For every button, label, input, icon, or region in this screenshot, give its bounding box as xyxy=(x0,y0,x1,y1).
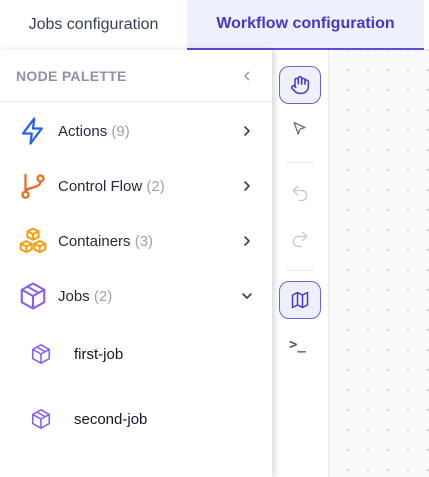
job-item-second-job[interactable]: second-job xyxy=(0,397,272,441)
cube-icon xyxy=(17,280,49,312)
job-label: second-job xyxy=(74,410,148,428)
branch-icon xyxy=(17,170,49,202)
lightning-icon xyxy=(17,115,49,147)
category-label: Control Flow (2) xyxy=(58,177,165,195)
cube-icon xyxy=(31,344,51,364)
boxes-icon xyxy=(17,225,49,257)
toolbar-divider xyxy=(286,162,314,163)
pointer-icon xyxy=(293,121,306,135)
job-item-first-job[interactable]: first-job xyxy=(0,332,272,376)
category-actions[interactable]: Actions (9) xyxy=(0,106,272,156)
category-count: (2) xyxy=(146,177,165,195)
chevron-down-icon xyxy=(242,293,252,299)
cube-icon xyxy=(31,409,51,429)
undo-button[interactable] xyxy=(279,174,321,212)
tab-jobs-configuration[interactable]: Jobs configuration xyxy=(0,0,187,50)
chevron-right-icon xyxy=(244,126,250,136)
category-label: Jobs (2) xyxy=(58,287,113,305)
category-label: Actions (9) xyxy=(58,122,130,140)
hand-icon xyxy=(291,75,310,95)
tab-bar: Jobs configuration Workflow configuratio… xyxy=(0,0,429,50)
chevron-right-icon xyxy=(244,236,250,246)
category-count: (3) xyxy=(134,232,154,250)
minimap-toggle-button[interactable] xyxy=(279,281,321,319)
hand-tool-button[interactable] xyxy=(279,66,321,104)
tab-workflow-configuration[interactable]: Workflow configuration xyxy=(187,0,424,50)
redo-icon xyxy=(292,231,308,248)
node-palette-panel: NODE PALETTE Actions (9) Control Flow (2… xyxy=(0,50,272,477)
category-label: Containers (3) xyxy=(58,232,154,250)
canvas-toolbar: >_ xyxy=(272,50,329,477)
chevron-left-icon xyxy=(244,71,250,80)
category-containers[interactable]: Containers (3) xyxy=(0,216,272,266)
chevron-right-icon xyxy=(244,181,250,191)
select-tool-button[interactable] xyxy=(279,111,321,149)
category-count: (9) xyxy=(111,122,130,140)
toolbar-divider xyxy=(286,270,314,271)
job-label: first-job xyxy=(74,345,124,363)
palette-title: NODE PALETTE xyxy=(16,67,127,84)
map-icon xyxy=(291,291,309,309)
terminal-icon[interactable]: >_ xyxy=(289,337,306,353)
redo-button[interactable] xyxy=(279,220,321,258)
collapse-palette-button[interactable] xyxy=(238,67,256,85)
undo-icon xyxy=(292,185,308,202)
category-control-flow[interactable]: Control Flow (2) xyxy=(0,161,272,211)
category-count: (2) xyxy=(93,287,113,305)
palette-header: NODE PALETTE xyxy=(0,50,272,102)
category-jobs[interactable]: Jobs (2) xyxy=(0,271,272,321)
